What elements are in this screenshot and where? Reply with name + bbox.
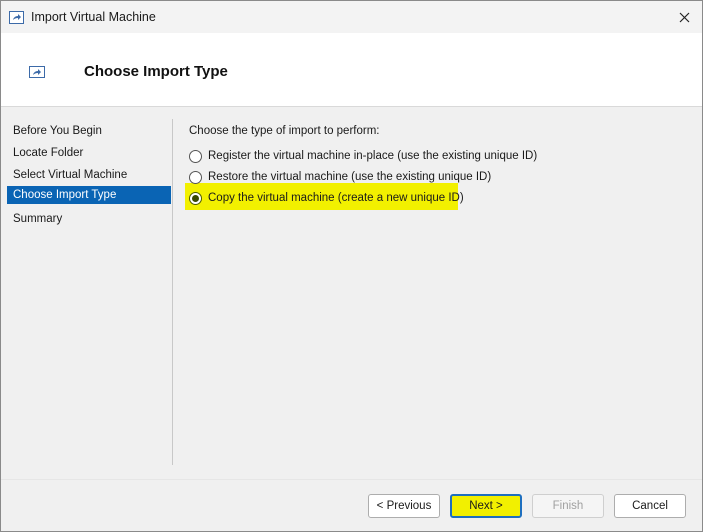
finish-button[interactable]: Finish xyxy=(532,494,604,518)
sidebar-item-summary[interactable]: Summary xyxy=(7,210,171,228)
radio-button[interactable] xyxy=(189,149,202,163)
import-type-prompt: Choose the type of import to perform: xyxy=(189,125,380,137)
close-icon xyxy=(679,12,689,22)
cancel-button[interactable]: Cancel xyxy=(614,494,686,518)
option-copy[interactable]: Copy the virtual machine (create a new u… xyxy=(189,188,464,208)
next-button[interactable]: Next > xyxy=(450,494,522,518)
window-title: Import Virtual Machine xyxy=(31,10,156,24)
close-button[interactable] xyxy=(672,5,696,29)
sidebar-item-locate-folder[interactable]: Locate Folder xyxy=(7,144,171,162)
title-bar: Import Virtual Machine xyxy=(1,1,702,33)
wizard-steps-nav: Before You Begin Locate Folder Select Vi… xyxy=(1,119,173,465)
radio-button[interactable] xyxy=(189,170,202,184)
sidebar-item-select-virtual-machine[interactable]: Select Virtual Machine xyxy=(7,166,171,184)
option-label: Restore the virtual machine (use the exi… xyxy=(208,171,492,183)
import-vm-icon xyxy=(9,11,24,24)
option-label: Copy the virtual machine (create a new u… xyxy=(208,192,464,204)
wizard-content: Choose the type of import to perform: Re… xyxy=(185,125,689,455)
option-restore[interactable]: Restore the virtual machine (use the exi… xyxy=(189,167,491,187)
page-title: Choose Import Type xyxy=(84,63,228,80)
radio-button-checked[interactable] xyxy=(189,191,202,205)
previous-button[interactable]: < Previous xyxy=(368,494,440,518)
footer-divider xyxy=(1,479,702,480)
import-vm-icon xyxy=(29,66,45,78)
wizard-header: Choose Import Type xyxy=(1,33,702,107)
sidebar-item-choose-import-type[interactable]: Choose Import Type xyxy=(7,186,171,204)
import-vm-dialog: Import Virtual Machine Choose Import Typ… xyxy=(0,0,703,532)
option-register-in-place[interactable]: Register the virtual machine in-place (u… xyxy=(189,146,537,166)
sidebar-item-before-you-begin[interactable]: Before You Begin xyxy=(7,122,171,140)
option-label: Register the virtual machine in-place (u… xyxy=(208,150,538,162)
